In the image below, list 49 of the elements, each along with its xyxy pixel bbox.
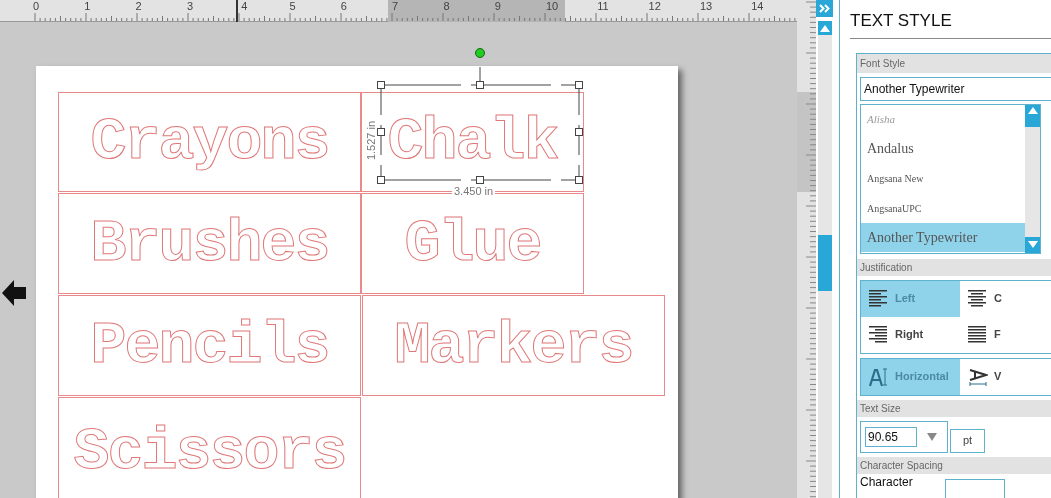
- dropdown-caret-icon: [927, 432, 937, 441]
- character-spacing-label: Character: [860, 474, 913, 489]
- vertical-text-icon: [968, 366, 988, 387]
- font-list-item[interactable]: Andalus: [861, 134, 1025, 164]
- ruler-label: 2: [135, 1, 142, 12]
- justify-icon: [869, 289, 887, 308]
- font-field[interactable]: Another Typewriter: [860, 76, 1051, 101]
- scroll-up-icon: [1027, 106, 1038, 114]
- ruler-label: 5: [289, 1, 296, 12]
- expand-button[interactable]: [816, 0, 833, 17]
- justify-icon: [968, 289, 986, 308]
- ruler-label: 8: [443, 1, 450, 12]
- ruler-label: 7: [392, 1, 399, 12]
- ruler-label: 3: [186, 1, 193, 12]
- ruler-label: 6: [340, 1, 347, 12]
- ruler-label: 0: [33, 1, 40, 12]
- ruler-marker: [236, 0, 238, 22]
- scrollbar[interactable]: [817, 21, 832, 498]
- ruler-label: 11: [597, 1, 609, 12]
- height-dimension: 1.527 in: [366, 120, 378, 161]
- text-size-field[interactable]: 90.65: [860, 420, 948, 453]
- spacing-field[interactable]: [944, 478, 1005, 498]
- section-heading: Justification: [857, 258, 1051, 276]
- font-list-item[interactable]: AngsanaUPC: [861, 193, 1025, 223]
- ruler-label: 4: [241, 1, 248, 12]
- justify-icon: [869, 325, 887, 344]
- ruler-label: 14: [751, 1, 764, 12]
- ruler-label: 13: [699, 1, 713, 12]
- font-list[interactable]: Alisha Andalus Angsana New AngsanaUPC Another Typewriter: [860, 103, 1041, 254]
- section-heading: Text Size: [857, 399, 1051, 417]
- section-heading: Character Spacing: [857, 456, 1051, 474]
- font-list-item[interactable]: Another Typewriter: [861, 222, 1025, 253]
- ruler-label: 10: [546, 1, 559, 12]
- ruler-label: 1: [84, 1, 91, 12]
- left-arrow-icon: [2, 280, 26, 306]
- ruler-label: 9: [494, 1, 501, 12]
- font-list-item[interactable]: Angsana New: [861, 163, 1025, 194]
- scroll-up-icon: [819, 24, 830, 32]
- scroll-down-icon: [1027, 241, 1038, 248]
- justify-icon: [968, 325, 986, 344]
- ruler-label: 12: [648, 1, 661, 12]
- section-heading: Font Style: [857, 53, 1051, 73]
- scrollbar-thumb[interactable]: [817, 235, 832, 291]
- horizontal-text-icon: [869, 366, 889, 387]
- double-chevron-icon: [819, 4, 830, 13]
- width-dimension: 3.450 in: [452, 186, 496, 197]
- scroll-up-button[interactable]: [817, 21, 832, 35]
- panel-title: TEXT STYLE: [850, 8, 1051, 39]
- unit-button[interactable]: pt: [950, 428, 985, 453]
